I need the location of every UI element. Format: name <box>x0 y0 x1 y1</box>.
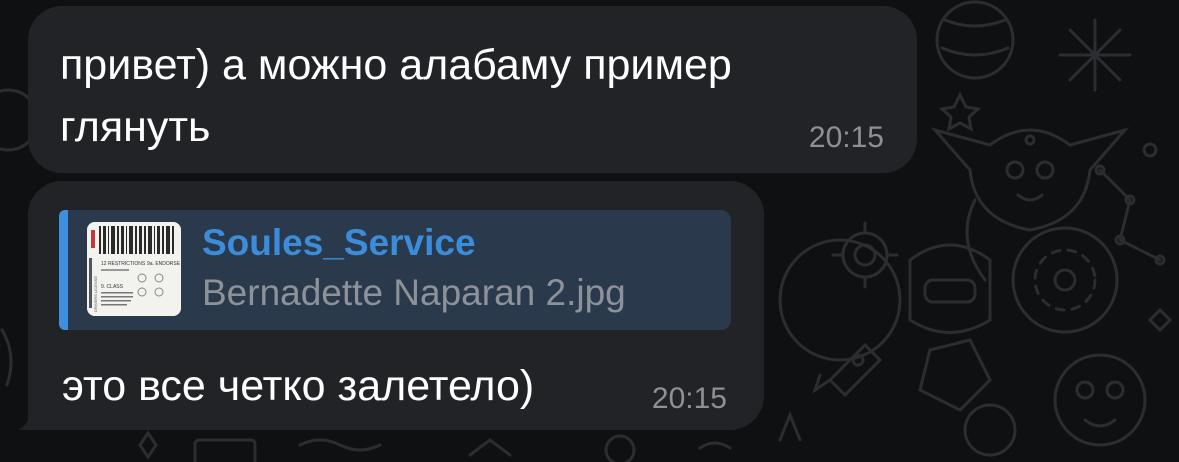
chat-window: привет) а можно алабаму пример глянуть 2… <box>0 0 1179 462</box>
svg-text:DRIVERS LICENSE: DRIVERS LICENSE <box>93 276 98 312</box>
message-bubble-incoming-with-reply[interactable]: 12 RESTRICTIONS 9a. ENDORSE 9. CLASS DRI… <box>28 181 764 430</box>
message-time: 20:15 <box>808 121 884 154</box>
license-thumbnail-icon: 12 RESTRICTIONS 9a. ENDORSE 9. CLASS DRI… <box>87 222 181 316</box>
message-text: привет) а можно алабаму пример глянуть <box>60 41 732 151</box>
message-text: это все четко залетело) <box>62 362 535 410</box>
reply-accent-bar <box>59 210 68 330</box>
svg-text:9. CLASS: 9. CLASS <box>101 284 124 290</box>
svg-text:12 RESTRICTIONS: 12 RESTRICTIONS <box>101 261 146 267</box>
message-bubble-incoming[interactable]: привет) а можно алабаму пример глянуть 2… <box>28 6 917 173</box>
reply-preview[interactable]: 12 RESTRICTIONS 9a. ENDORSE 9. CLASS DRI… <box>59 210 731 330</box>
svg-text:9a. ENDORSE: 9a. ENDORSE <box>147 261 181 267</box>
message-time: 20:15 <box>651 382 727 415</box>
reply-file-name: Bernadette Naparan 2.jpg <box>202 272 626 313</box>
reply-sender-name: Soules_Service <box>202 222 476 263</box>
reply-image-thumbnail[interactable]: 12 RESTRICTIONS 9a. ENDORSE 9. CLASS DRI… <box>87 222 181 316</box>
